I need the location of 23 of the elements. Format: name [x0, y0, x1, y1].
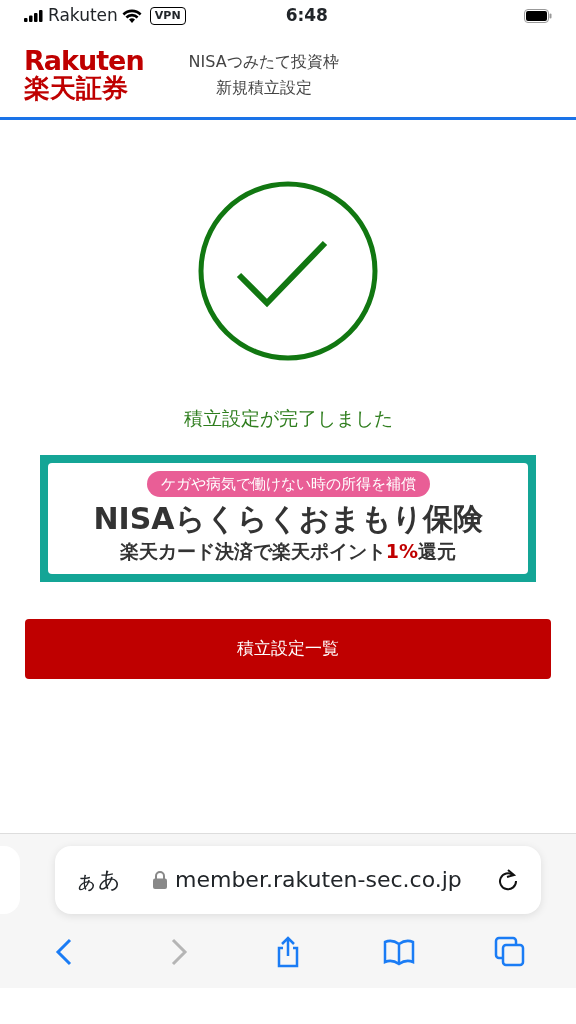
url-text: member.rakuten-sec.co.jp: [175, 866, 462, 894]
text-size-button[interactable]: ぁあ: [75, 863, 121, 896]
ad-banner[interactable]: ケガや病気で働けない時の所得を補償 NISAらくらくおまもり保険 楽天カード決済で楽天ポイント 1%還元: [40, 454, 536, 582]
banner-reward-text: 楽天カード決済で楽天ポイント 1%還元: [119, 539, 457, 564]
battery-icon: [524, 9, 552, 23]
address-bar[interactable]: ぁあ member.rakuten-sec.co.jp: [55, 845, 541, 914]
success-message: 積立設定が完了しました: [182, 406, 394, 431]
clock: 6:48: [285, 4, 328, 28]
banner-tagline: ケガや病気で働けない時の所得を補償: [146, 470, 430, 497]
list-button[interactable]: 積立設定一覧: [25, 618, 551, 679]
page-title: NISAつみたて投資枠: [187, 50, 340, 73]
checkmark-icon: [197, 180, 379, 362]
vpn-badge: VPN: [149, 6, 186, 26]
reload-icon[interactable]: [497, 867, 519, 892]
tabs-icon[interactable]: [494, 935, 527, 968]
logo-text: Rakuten: [24, 46, 144, 74]
carrier-name: Rakuten: [48, 4, 118, 28]
page-subtitle: 新規積立設定: [214, 76, 313, 99]
signal-icon: [24, 10, 44, 22]
banner-headline: NISAらくらくおまもり保険: [93, 501, 483, 537]
logo-text: 楽天証券: [24, 73, 129, 103]
wifi-icon: [121, 9, 142, 23]
lock-icon: [153, 870, 167, 889]
